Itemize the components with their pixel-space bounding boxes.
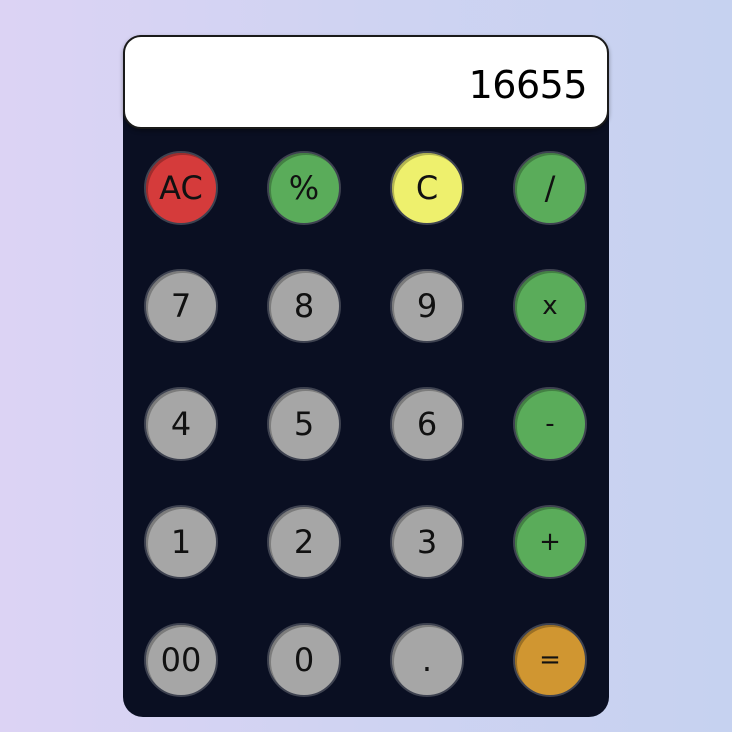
digit-8-button[interactable]: 8 bbox=[267, 269, 341, 343]
percent-button[interactable]: % bbox=[267, 151, 341, 225]
display-value: 16655 bbox=[468, 63, 588, 107]
keypad: AC % C / 7 8 9 x 4 5 6 - 1 2 3 + 00 0 . … bbox=[144, 151, 588, 697]
subtract-button[interactable]: - bbox=[513, 387, 587, 461]
decimal-point-button[interactable]: . bbox=[390, 623, 464, 697]
double-zero-button[interactable]: 00 bbox=[144, 623, 218, 697]
multiply-button[interactable]: x bbox=[513, 269, 587, 343]
divide-button[interactable]: / bbox=[513, 151, 587, 225]
digit-2-button[interactable]: 2 bbox=[267, 505, 341, 579]
digit-6-button[interactable]: 6 bbox=[390, 387, 464, 461]
equals-button[interactable]: = bbox=[513, 623, 587, 697]
digit-4-button[interactable]: 4 bbox=[144, 387, 218, 461]
digit-3-button[interactable]: 3 bbox=[390, 505, 464, 579]
digit-9-button[interactable]: 9 bbox=[390, 269, 464, 343]
calculator: 16655 AC % C / 7 8 9 x 4 5 6 - 1 2 3 + 0… bbox=[123, 35, 609, 717]
add-button[interactable]: + bbox=[513, 505, 587, 579]
clear-all-button[interactable]: AC bbox=[144, 151, 218, 225]
clear-button[interactable]: C bbox=[390, 151, 464, 225]
digit-5-button[interactable]: 5 bbox=[267, 387, 341, 461]
digit-1-button[interactable]: 1 bbox=[144, 505, 218, 579]
digit-0-button[interactable]: 0 bbox=[267, 623, 341, 697]
digit-7-button[interactable]: 7 bbox=[144, 269, 218, 343]
display-screen: 16655 bbox=[123, 35, 609, 129]
